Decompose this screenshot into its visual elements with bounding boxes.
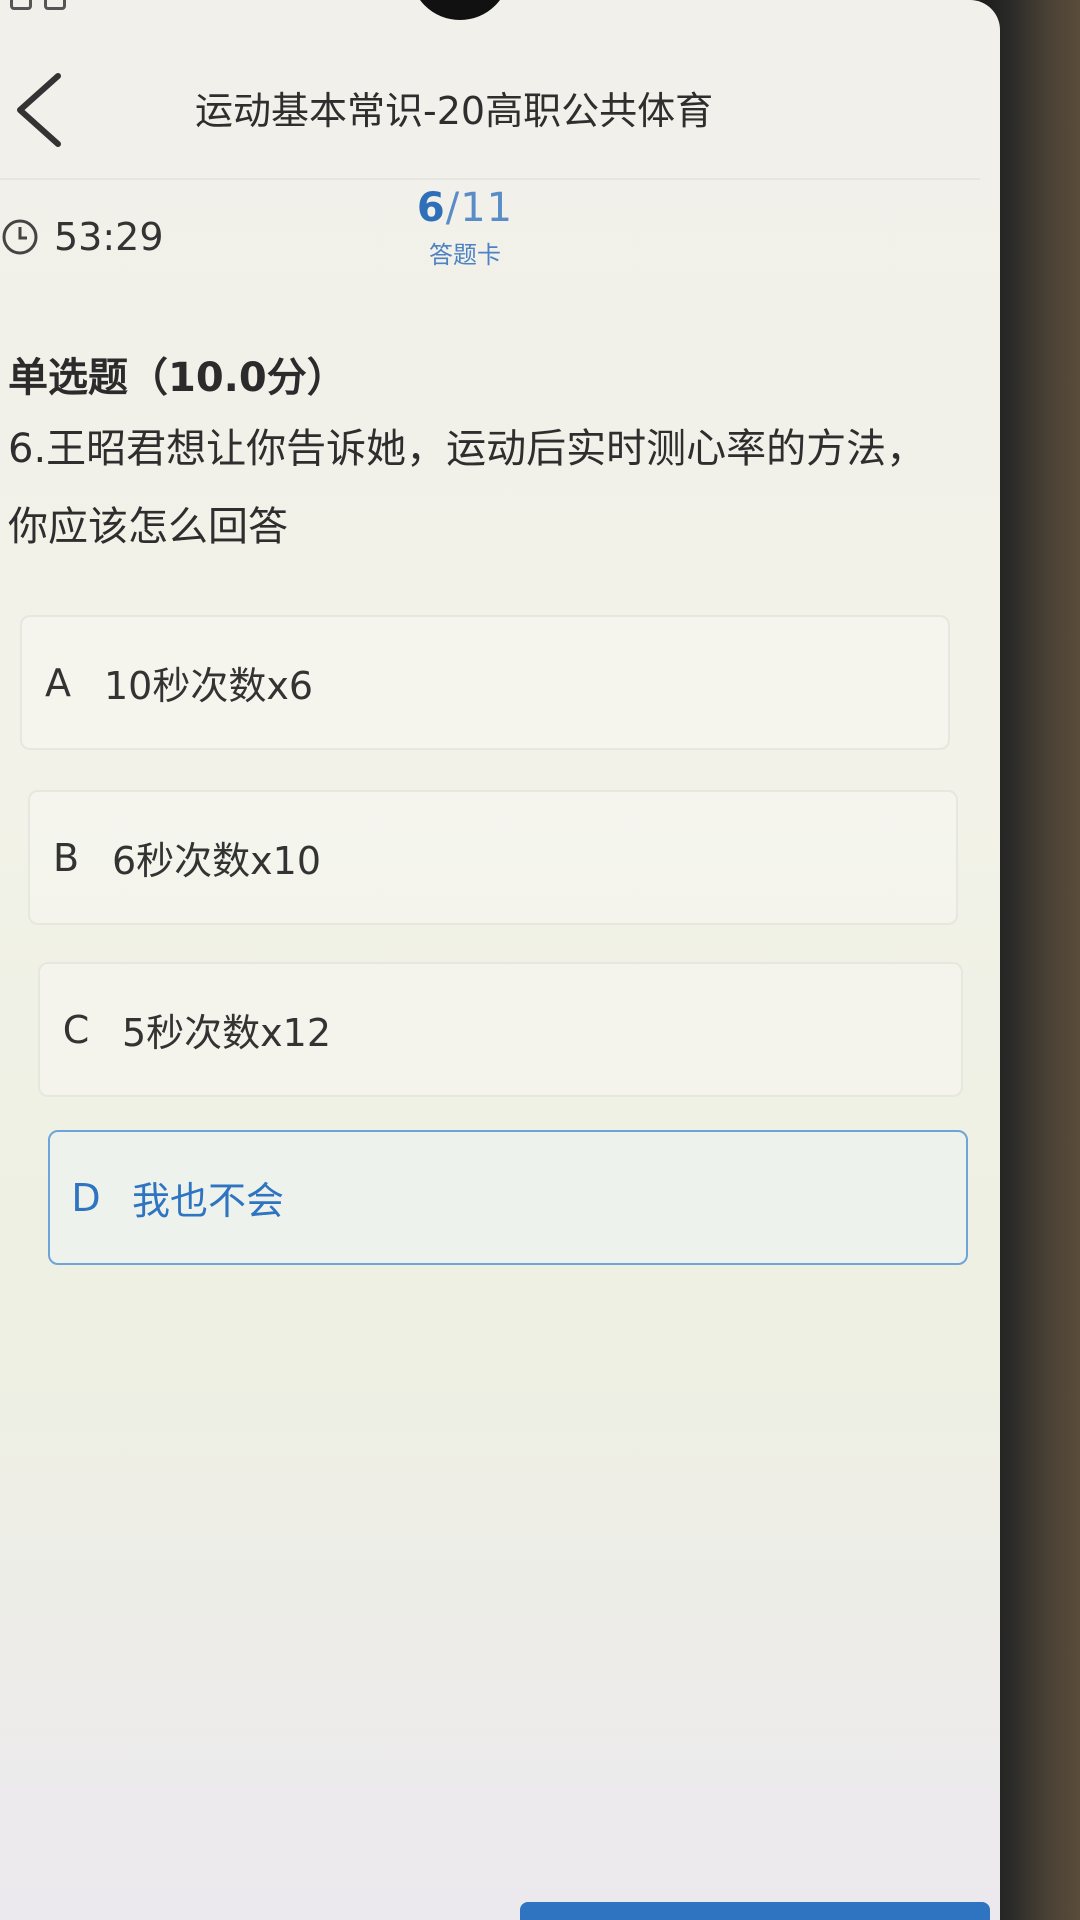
option-a[interactable]: A 10秒次数x6 [20,615,950,750]
status-icon [10,0,32,10]
header-divider [0,178,980,180]
question-type: 单选题（10.0分） [8,355,347,401]
top-bar: 运动基本常识-20高职公共体育 [0,40,1000,170]
option-text: 10秒次数x6 [104,664,314,708]
option-letter: C [62,1007,90,1052]
answer-card-button[interactable]: 6/11 答题卡 [415,185,515,270]
status-bar [10,0,66,12]
current-question-number: 6 [416,185,446,231]
option-text: 6秒次数x10 [112,839,322,883]
question-text: 6.王昭君想让你告诉她，运动后实时测心率的方法，你应该怎么回答 [8,426,927,550]
option-c[interactable]: C 5秒次数x12 [38,962,963,1097]
countdown-timer: 53:29 [0,215,164,259]
status-icon [44,0,66,10]
option-letter: B [52,835,80,880]
option-d[interactable]: D 我也不会 [48,1130,968,1265]
chevron-left-icon [17,73,61,147]
option-letter: D [71,1175,101,1220]
bottom-action-button[interactable] [520,1902,990,1920]
quiz-screen: 运动基本常识-20高职公共体育 53:29 6/11 答题卡 单选题（10.0分… [0,0,1000,1920]
page-title: 运动基本常识-20高职公共体育 [195,89,714,133]
option-text: 5秒次数x12 [122,1011,332,1055]
option-text: 我也不会 [132,1179,285,1223]
option-letter: A [45,660,71,705]
clock-icon [2,219,38,255]
timer-value: 53:29 [54,215,164,259]
back-button[interactable] [10,70,70,150]
total-questions: 11 [460,185,514,231]
answer-card-label: 答题卡 [429,241,501,269]
progress-separator: / [445,185,461,231]
question-progress: 6/11 [415,185,515,231]
camera-notch [410,0,510,20]
option-b[interactable]: B 6秒次数x10 [28,790,958,925]
